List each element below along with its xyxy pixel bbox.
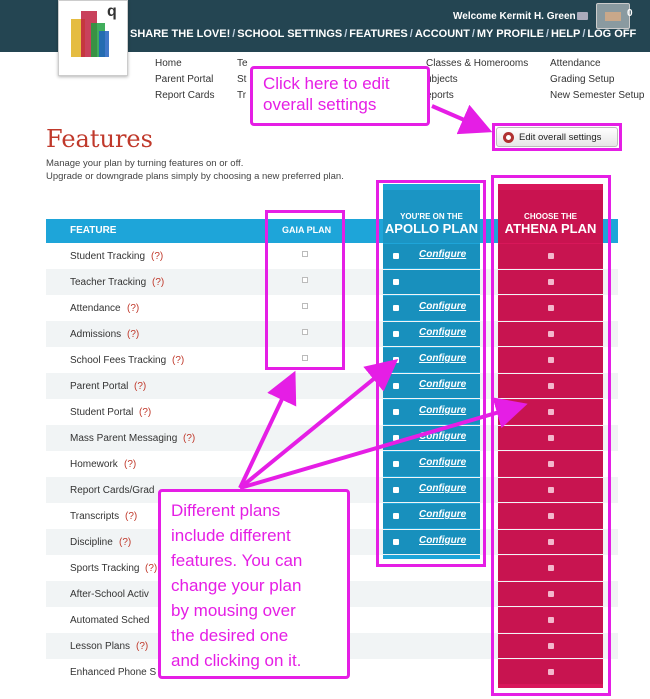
callout-edit-settings: Click here to edit overall settings — [250, 66, 430, 126]
callout-line: Different plans — [171, 501, 281, 520]
callout-line: Click here to edit — [263, 74, 390, 93]
callout-line: and clicking on it. — [171, 651, 302, 670]
arrow-to-edit-button — [431, 104, 493, 135]
callout-line: include different — [171, 526, 291, 545]
callout-line: by mousing over — [171, 601, 296, 620]
arrow-to-athena — [239, 397, 528, 490]
callout-line: features. You can — [171, 551, 303, 570]
callout-line: overall settings — [263, 95, 377, 114]
arrow-to-apollo — [238, 358, 399, 490]
callout-line: change your plan — [171, 576, 302, 595]
arrow-to-gaia — [238, 370, 297, 489]
callout-line: the desired one — [171, 626, 289, 645]
callout-plans: Different plans include different featur… — [158, 489, 350, 679]
